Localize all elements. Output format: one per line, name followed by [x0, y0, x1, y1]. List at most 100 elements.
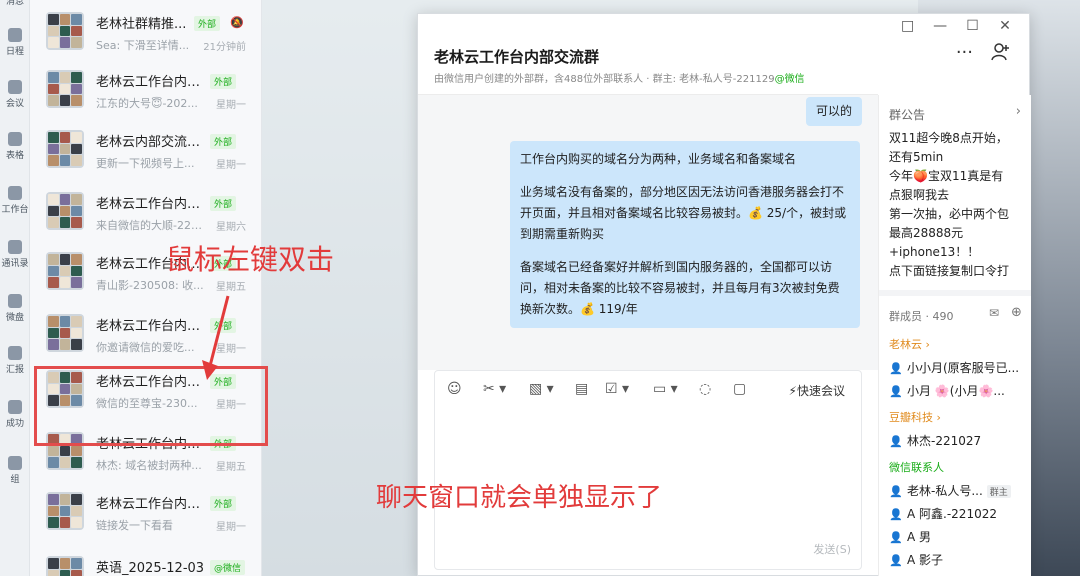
nav-item-calendar[interactable]: 日程: [0, 28, 30, 57]
conversation-item[interactable]: 老林云工作台内部... 外部 链接发一下看看 星期一: [30, 480, 261, 540]
lightning-icon: ⚡: [788, 384, 797, 398]
person-icon: 👤: [889, 485, 903, 498]
nav-label: 成功: [5, 419, 24, 429]
member-group-label[interactable]: 微信联系人: [889, 459, 944, 475]
conversation-item[interactable]: 英语_2025-12-03 @微信: [30, 544, 261, 576]
workbench-icon: [8, 186, 22, 200]
group-avatar: [46, 252, 84, 290]
nav-label: 表格: [5, 151, 24, 161]
nav-label: 组: [10, 475, 20, 485]
member-name: 老林-私人号...: [907, 484, 983, 498]
announcement-body[interactable]: 双11超今晚8点开始， 还有5min 今年🍑宝双11真是有 点狠啊我去 第一次抽，必中两…: [889, 129, 1027, 279]
close-icon[interactable]: ✕: [991, 18, 1019, 34]
nav-item-report[interactable]: 汇报: [0, 346, 30, 375]
conversation-preview: Sea: 下滑至详情...: [96, 39, 190, 52]
member-item[interactable]: 👤 小小月(原客服号已...: [889, 359, 1024, 376]
announcement-line: +iphone13！！: [889, 245, 980, 259]
conversation-title: 老林云工作台内部...: [96, 197, 206, 212]
member-item[interactable]: 👤 A 影子: [889, 551, 1024, 568]
message-area[interactable]: 可以的 工作台内购买的域名分为两种，业务域名和备案域名 业务域名没有备案的，部分…: [418, 95, 878, 370]
mail-icon[interactable]: ✉: [989, 306, 999, 320]
conversation-item[interactable]: 老林云内部交流群8 外部 更新一下视频号上... 星期一: [30, 118, 261, 178]
conversation-item[interactable]: 老林云工作台内部... 外部 来自微信的大顺-220... 星期六: [30, 180, 261, 240]
group-avatar: [46, 12, 84, 50]
schedule-icon[interactable]: ▢: [733, 381, 746, 397]
todo-icon[interactable]: ☑ ▾: [605, 381, 629, 397]
group-avatar: [46, 492, 84, 530]
person-icon: 👤: [889, 554, 903, 567]
person-icon: 👤: [889, 362, 903, 375]
announcement-line: 点下面链接复制口令打: [889, 264, 1010, 278]
quick-meeting-button[interactable]: ⚡快速会议: [789, 382, 845, 399]
conversation-time: 星期一: [216, 160, 246, 171]
emoji-icon[interactable]: ☺: [447, 381, 462, 397]
nav-item-drive[interactable]: 微盘: [0, 294, 30, 323]
annotation-double-click: 鼠标左键双击: [166, 243, 335, 276]
nav-label: 通讯录: [1, 259, 29, 269]
conversation-preview: 你邀请微信的爱吃...: [96, 341, 195, 354]
group-avatar: [46, 432, 84, 470]
nav-item-sheet[interactable]: 表格: [0, 132, 30, 161]
external-badge: 外部: [210, 196, 237, 211]
conversation-title: 英语_2025-12-03: [96, 561, 205, 576]
members-count: 群成员 · 490: [889, 310, 954, 323]
pin-icon[interactable]: □: [894, 18, 922, 34]
group-icon: [8, 456, 22, 470]
conversation-item[interactable]: 老林云工作台内部... 外部 林杰: 域名被封两种... 星期五: [30, 420, 261, 480]
conversation-time: 星期六: [216, 222, 246, 233]
conversation-title: 老林云内部交流群8: [96, 135, 206, 150]
add-member-icon[interactable]: [991, 42, 1011, 66]
nav-item-message[interactable]: 消息: [0, 0, 30, 7]
nav-item-workbench[interactable]: 工作台: [0, 186, 30, 215]
nav-item-group[interactable]: 组: [0, 456, 30, 485]
send-button[interactable]: 发送(S): [813, 541, 851, 557]
message-composer[interactable]: ☺ ✂ ▾ ▧ ▾ ▤ ☑ ▾ ▭ ▾ ◌ ▢ ⚡快速会议 发送(S): [434, 370, 862, 570]
conversation-list: 老林社群精推... 外部 Sea: 下滑至详情... 21分钟前 🔕 老林云工作台内部..…: [30, 0, 262, 576]
calendar-icon: [8, 28, 22, 42]
conversation-item[interactable]: 老林云工作台内部... 外部 江东的大号😇-202... 星期一: [30, 58, 261, 118]
person-icon: 👤: [889, 435, 903, 448]
message-paragraph: 业务域名没有备案的，部分地区因无法访问香港服务器会打不开页面，并且相对备案域名比…: [520, 185, 847, 241]
message-bubble[interactable]: 可以的: [805, 97, 862, 126]
document-icon[interactable]: ▤: [575, 381, 588, 397]
minimize-icon[interactable]: —: [926, 18, 954, 34]
message-bubble[interactable]: 工作台内购买的域名分为两种，业务域名和备案域名 业务域名没有备案的，部分地区因无…: [510, 141, 860, 328]
folder-icon[interactable]: ▭ ▾: [653, 381, 678, 397]
drive-icon: [8, 294, 22, 308]
nav-strip: 消息 日程 会议 表格 工作台 通讯录 微盘 汇报 成功 组: [0, 0, 30, 576]
nav-item-meeting[interactable]: 会议: [0, 80, 30, 109]
member-item[interactable]: 👤 老林-私人号... 群主: [889, 482, 1024, 499]
person-icon: 👤: [889, 531, 903, 544]
member-item[interactable]: 👤 小月 🌸(小月🌸...: [889, 382, 1024, 399]
chevron-right-icon[interactable]: ›: [1016, 104, 1021, 119]
screenshot-icon[interactable]: ✂ ▾: [483, 381, 506, 397]
divider: [879, 290, 1031, 296]
conversation-preview: 江东的大号😇-202...: [96, 97, 198, 110]
image-icon[interactable]: ▧ ▾: [529, 381, 554, 397]
nav-item-contacts[interactable]: 通讯录: [0, 240, 30, 269]
sheet-icon: [8, 132, 22, 146]
member-item[interactable]: 👤 A 男: [889, 528, 1024, 545]
member-name: 小月 🌸(小月🌸...: [907, 384, 1005, 398]
announcement-line: 最高28888元: [889, 226, 964, 240]
member-group-label[interactable]: 老林云 ›: [889, 336, 930, 352]
conversation-item[interactable]: 老林社群精推... 外部 Sea: 下滑至详情... 21分钟前 🔕: [30, 0, 261, 60]
conversation-time: 21分钟前: [203, 42, 246, 53]
conversation-time: 星期一: [216, 522, 246, 533]
member-name: A 影子: [907, 553, 944, 567]
more-tools-icon[interactable]: ◌: [699, 381, 711, 397]
member-group-label[interactable]: 豆瓣科技 ›: [889, 409, 941, 425]
conversation-preview: 来自微信的大顺-220...: [96, 219, 208, 232]
group-subtitle: 由微信用户创建的外部群，含488位外部联系人 · 群主: 老林-私人号-2211…: [434, 70, 805, 85]
maximize-icon[interactable]: ☐: [959, 18, 987, 34]
nav-label: 会议: [5, 99, 24, 109]
more-options-icon[interactable]: ···: [956, 42, 973, 63]
member-item[interactable]: 👤 A 阿鑫.-221022: [889, 505, 1024, 522]
group-subtitle-main: 由微信用户创建的外部群，含488位外部联系人 · 群主: 老林-私人号-2211…: [434, 74, 775, 85]
nav-item-feature[interactable]: 成功: [0, 400, 30, 429]
add-icon[interactable]: ⊕: [1011, 305, 1022, 320]
group-avatar: [46, 370, 84, 408]
member-item[interactable]: 👤 林杰-221027: [889, 432, 1024, 449]
group-title: 老林云工作台内部交流群: [434, 48, 600, 66]
announcement-title[interactable]: 群公告: [889, 106, 925, 123]
